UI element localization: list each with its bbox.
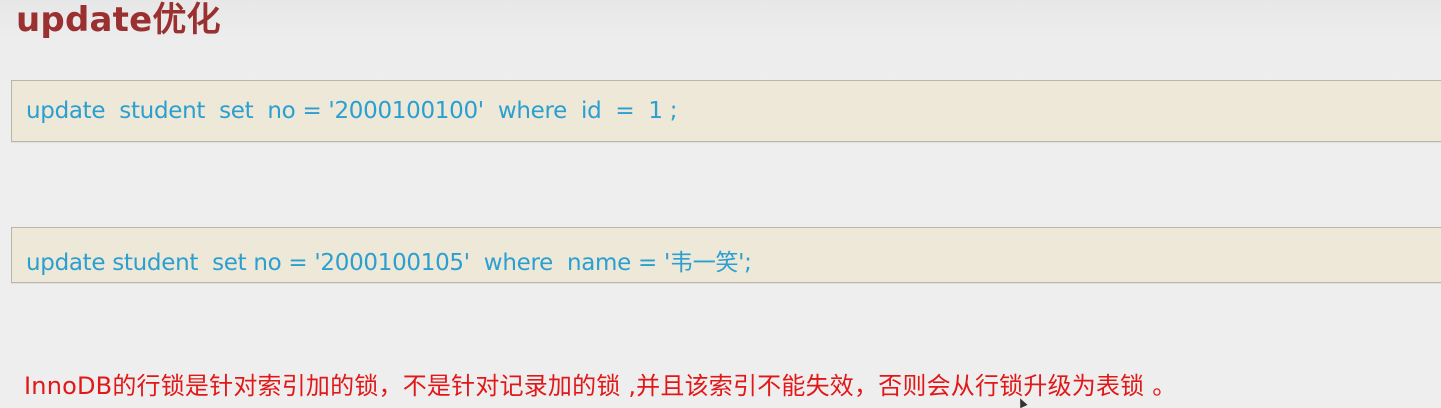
slide: update优化 update student set no = '200010… [0, 0, 1441, 408]
sql-statement: update student set no = '2000100100' whe… [26, 98, 678, 124]
code-block-update-by-name: update student set no = '2000100105' whe… [11, 227, 1441, 283]
sql-statement: update student set no = '2000100105' whe… [26, 250, 752, 276]
slide-title: update优化 [16, 0, 221, 40]
row-lock-note: InnoDB的行锁是针对索引加的锁，不是针对记录加的锁 ,并且该索引不能失效，否… [24, 372, 1177, 400]
code-block-update-by-id: update student set no = '2000100100' whe… [11, 80, 1441, 142]
